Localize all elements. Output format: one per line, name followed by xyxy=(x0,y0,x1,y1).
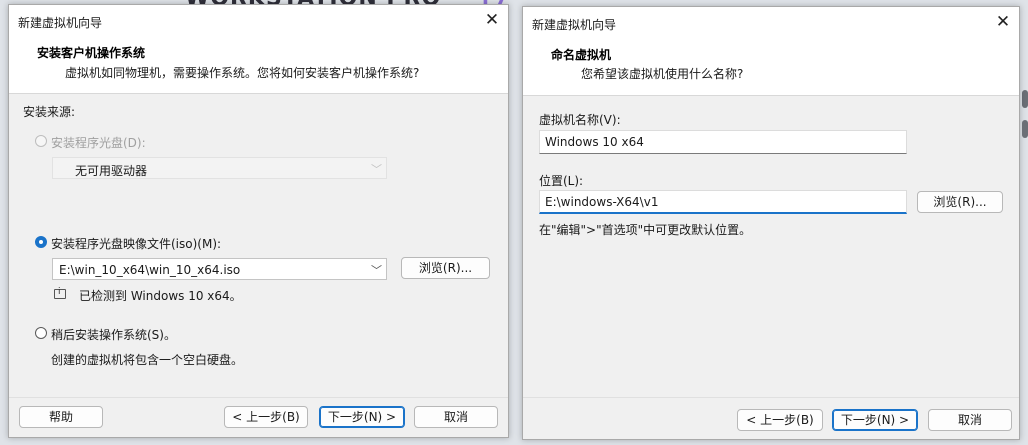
cancel-button[interactable]: 取消 xyxy=(414,406,498,428)
browse-button[interactable]: 浏览(R)... xyxy=(917,191,1003,213)
install-later-description: 创建的虚拟机将包含一个空白硬盘。 xyxy=(51,353,244,367)
vm-name-value: Windows 10 x64 xyxy=(545,135,644,149)
close-button[interactable]: ✕ xyxy=(476,5,508,37)
location-value: E:\windows-X64\v1 xyxy=(545,195,659,209)
background-scroll-mark xyxy=(1022,120,1028,138)
iso-radio-label: 安装程序光盘映像文件(iso)(M): xyxy=(51,237,222,251)
detected-os-text: 已检测到 Windows 10 x64。 xyxy=(79,289,242,303)
disc-drive-select: 无可用驱动器 ﹀ xyxy=(52,157,387,179)
dialog-title: 新建虚拟机向导 xyxy=(18,16,103,30)
dialog-title: 新建虚拟机向导 xyxy=(532,18,617,32)
help-button[interactable]: 帮助 xyxy=(19,406,103,428)
page-subheading: 虚拟机如同物理机，需要操作系统。您将如何安装客户机操作系统? xyxy=(65,66,420,80)
title-bar: 新建虚拟机向导 ✕ xyxy=(523,7,1019,39)
footer-separator xyxy=(523,397,1019,398)
wizard-header: 安装客户机操作系统 虚拟机如同物理机，需要操作系统。您将如何安装客户机操作系统? xyxy=(9,37,508,94)
title-bar: 新建虚拟机向导 ✕ xyxy=(9,5,508,37)
iso-path-value: E:\win_10_x64\win_10_x64.iso xyxy=(59,263,241,277)
next-button[interactable]: 下一步(N) > xyxy=(319,406,405,428)
close-button[interactable]: ✕ xyxy=(987,7,1019,39)
cancel-button[interactable]: 取消 xyxy=(928,409,1012,431)
default-location-hint: 在"编辑">"首选项"中可更改默认位置。 xyxy=(539,223,752,237)
disc-drive-select-value: 无可用驱动器 xyxy=(75,164,148,178)
page-subheading: 您希望该虚拟机使用什么名称? xyxy=(581,67,744,81)
next-button[interactable]: 下一步(N) > xyxy=(832,409,918,431)
back-button[interactable]: < 上一步(B) xyxy=(737,409,823,431)
disc-radio-label: 安装程序光盘(D): xyxy=(51,136,146,150)
new-vm-wizard-dialog-name-vm: 新建虚拟机向导 ✕ 命名虚拟机 您希望该虚拟机使用什么名称? 虚拟机名称(V):… xyxy=(522,6,1020,440)
footer-separator xyxy=(9,397,508,398)
install-later-label: 稍后安装操作系统(S)。 xyxy=(51,328,176,342)
install-later-radio[interactable] xyxy=(35,327,47,339)
iso-radio[interactable] xyxy=(35,236,47,248)
disc-radio[interactable] xyxy=(35,135,47,147)
back-button[interactable]: < 上一步(B) xyxy=(224,406,308,428)
location-input[interactable]: E:\windows-X64\v1 xyxy=(539,190,907,214)
new-vm-wizard-dialog-install-os: 新建虚拟机向导 ✕ 安装客户机操作系统 虚拟机如同物理机，需要操作系统。您将如何… xyxy=(8,4,509,438)
install-source-label: 安装来源: xyxy=(23,105,76,119)
info-icon xyxy=(54,287,66,299)
browse-button[interactable]: 浏览(R)... xyxy=(401,257,490,279)
chevron-down-icon: ﹀ xyxy=(371,163,382,176)
wizard-header: 命名虚拟机 您希望该虚拟机使用什么名称? xyxy=(523,39,1019,96)
iso-path-combobox[interactable]: E:\win_10_x64\win_10_x64.iso ﹀ xyxy=(52,258,387,280)
page-heading: 安装客户机操作系统 xyxy=(37,46,146,60)
chevron-down-icon[interactable]: ﹀ xyxy=(371,262,382,278)
location-label: 位置(L): xyxy=(539,174,584,188)
background-scroll-mark xyxy=(1022,90,1028,108)
vm-name-input[interactable]: Windows 10 x64 xyxy=(539,130,907,154)
page-heading: 命名虚拟机 xyxy=(551,48,612,62)
vm-name-label: 虚拟机名称(V): xyxy=(539,113,621,127)
